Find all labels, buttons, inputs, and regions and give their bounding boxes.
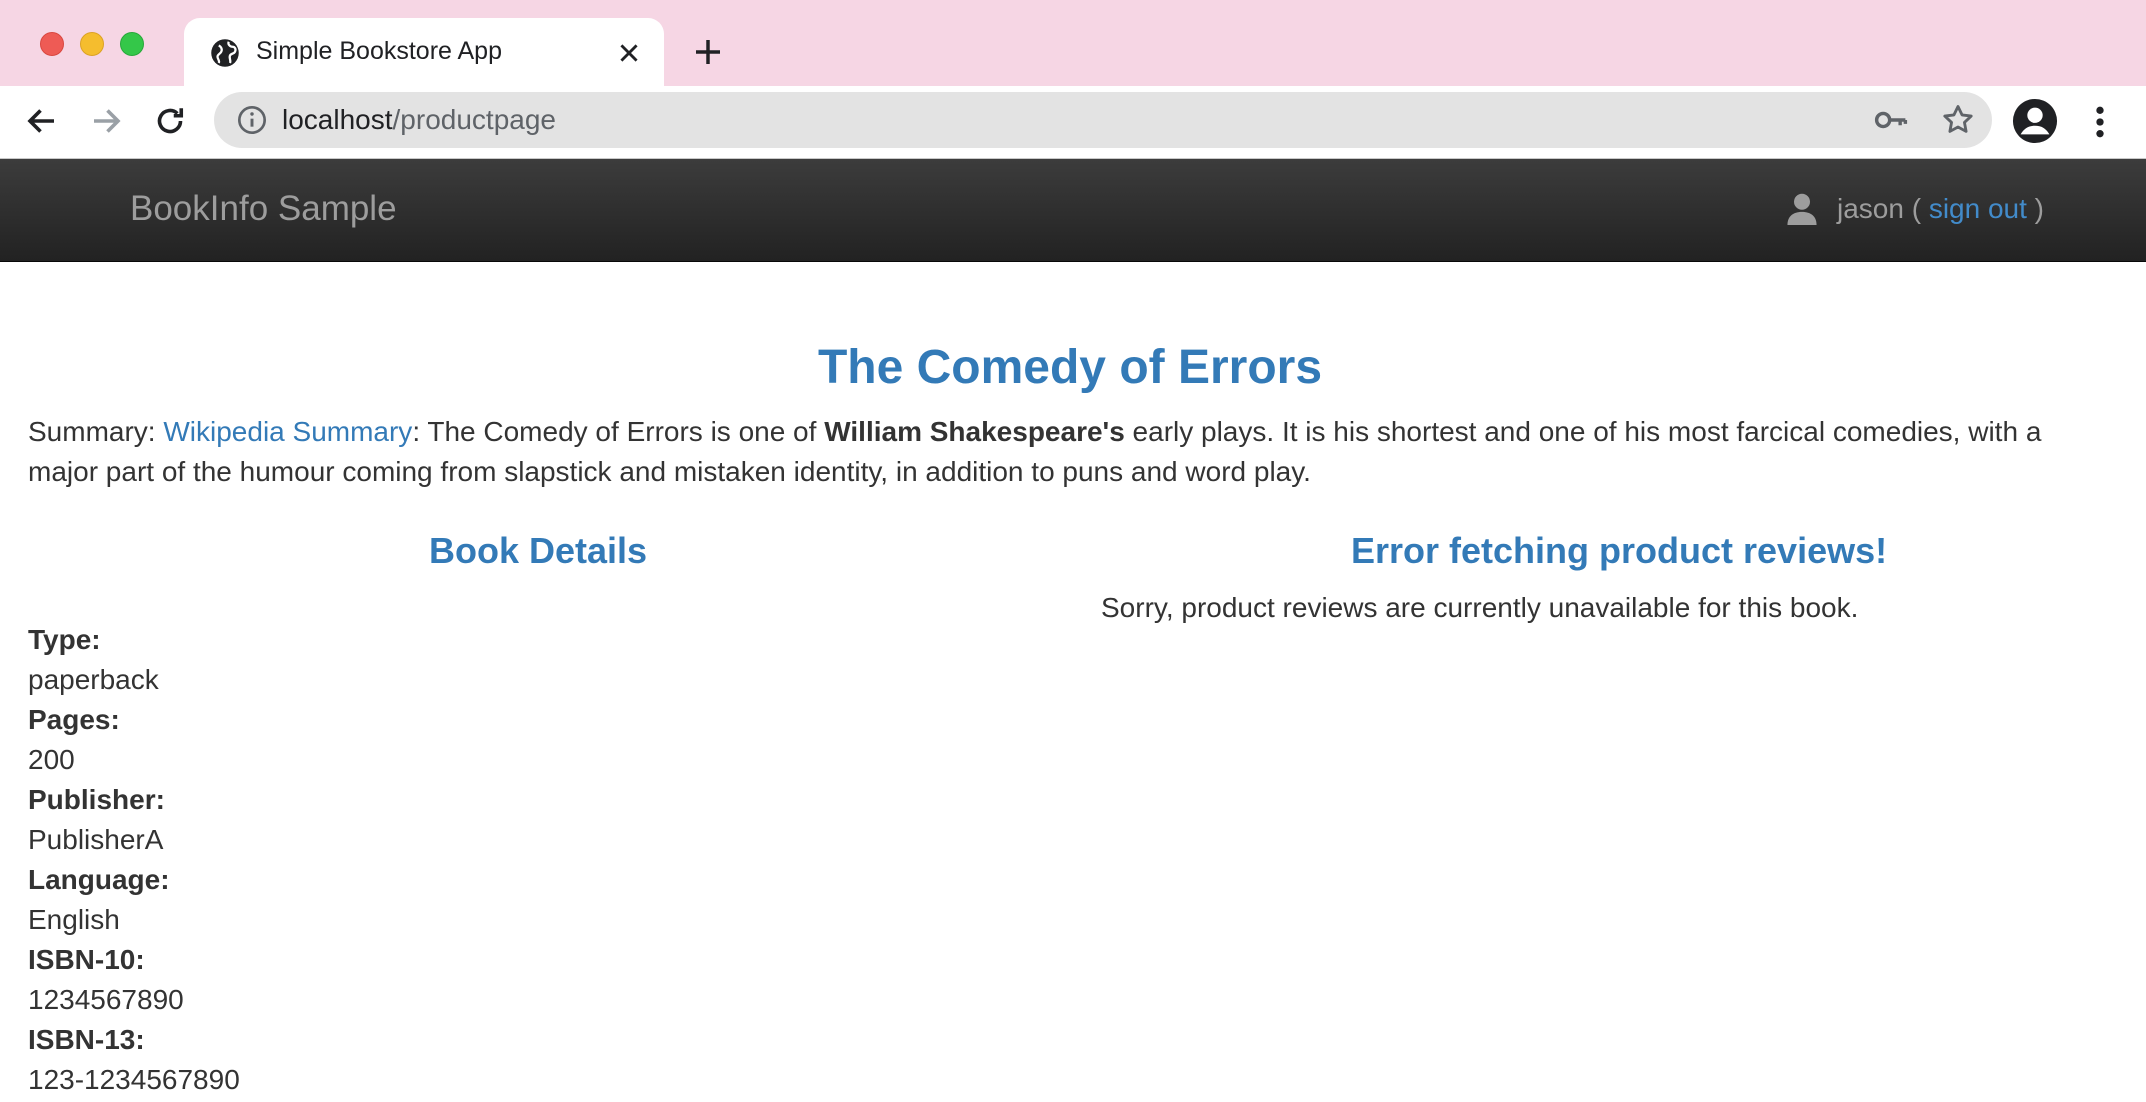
- summary-text-intro: : The Comedy of Errors is one of: [412, 416, 817, 447]
- window-close-button[interactable]: [40, 32, 64, 56]
- detail-label-isbn10: ISBN-10:: [28, 944, 145, 975]
- username-suffix: ): [2034, 193, 2044, 224]
- reviews-error-message: Sorry, product reviews are currently una…: [1101, 592, 1859, 623]
- summary-label: Summary:: [28, 416, 156, 447]
- info-icon[interactable]: [236, 104, 268, 136]
- book-details-heading: Book Details: [429, 530, 648, 571]
- brand-link[interactable]: BookInfo Sample: [130, 189, 397, 229]
- browser-toolbar: localhost/productpage: [0, 86, 2146, 159]
- sign-out-link[interactable]: sign out: [1929, 193, 2027, 225]
- wikipedia-summary-link[interactable]: Wikipedia Summary: [163, 416, 412, 447]
- key-icon[interactable]: [1874, 104, 1908, 136]
- detail-value-publisher: PublisherA: [28, 824, 164, 855]
- close-icon[interactable]: [616, 40, 642, 66]
- reviews-error-heading: Error fetching product reviews!: [1351, 530, 1888, 571]
- summary-author: William Shakespeare's: [824, 416, 1125, 447]
- window-minimize-button[interactable]: [80, 32, 104, 56]
- url-host: localhost: [282, 104, 393, 135]
- detail-value-language: English: [28, 904, 120, 935]
- url-path: /productpage: [392, 104, 556, 135]
- detail-value-isbn13: 123-1234567890: [28, 1064, 240, 1095]
- detail-label-pages: Pages:: [28, 704, 120, 735]
- username-text: jason (: [1836, 193, 1922, 224]
- back-arrow-icon[interactable]: [24, 103, 60, 139]
- book-details-list: Type: paperback Pages: 200 Publisher: Pu…: [28, 620, 240, 1100]
- new-tab-icon[interactable]: [692, 36, 724, 68]
- detail-label-publisher: Publisher:: [28, 784, 165, 815]
- site-navbar: BookInfo Sample jason ( sign out ): [0, 159, 2146, 262]
- detail-label-type: Type:: [28, 624, 101, 655]
- detail-value-pages: 200: [28, 744, 75, 775]
- bookmark-star-icon[interactable]: [1940, 102, 1976, 138]
- globe-icon: [211, 39, 239, 67]
- url-text[interactable]: localhost/productpage: [282, 104, 556, 136]
- browser-tab-active[interactable]: Simple Bookstore App: [184, 18, 664, 86]
- book-title: The Comedy of Errors: [817, 341, 1323, 394]
- reload-icon[interactable]: [152, 103, 188, 139]
- window-zoom-button[interactable]: [120, 32, 144, 56]
- detail-value-isbn10: 1234567890: [28, 984, 184, 1015]
- forward-arrow-icon[interactable]: [88, 103, 124, 139]
- user-area: jason ( sign out ): [1787, 193, 2044, 225]
- browser-tabstrip: Simple Bookstore App: [0, 0, 2146, 86]
- detail-value-type: paperback: [28, 664, 159, 695]
- book-summary: Summary: Wikipedia Summary: The Comedy o…: [28, 412, 2118, 492]
- more-menu-icon[interactable]: [2084, 102, 2116, 142]
- user-icon: [1787, 193, 1817, 225]
- profile-avatar-icon[interactable]: [2012, 98, 2058, 144]
- detail-label-isbn13: ISBN-13:: [28, 1024, 145, 1055]
- tab-title: Simple Bookstore App: [256, 37, 502, 65]
- detail-label-language: Language:: [28, 864, 170, 895]
- address-bar[interactable]: localhost/productpage: [214, 92, 1992, 148]
